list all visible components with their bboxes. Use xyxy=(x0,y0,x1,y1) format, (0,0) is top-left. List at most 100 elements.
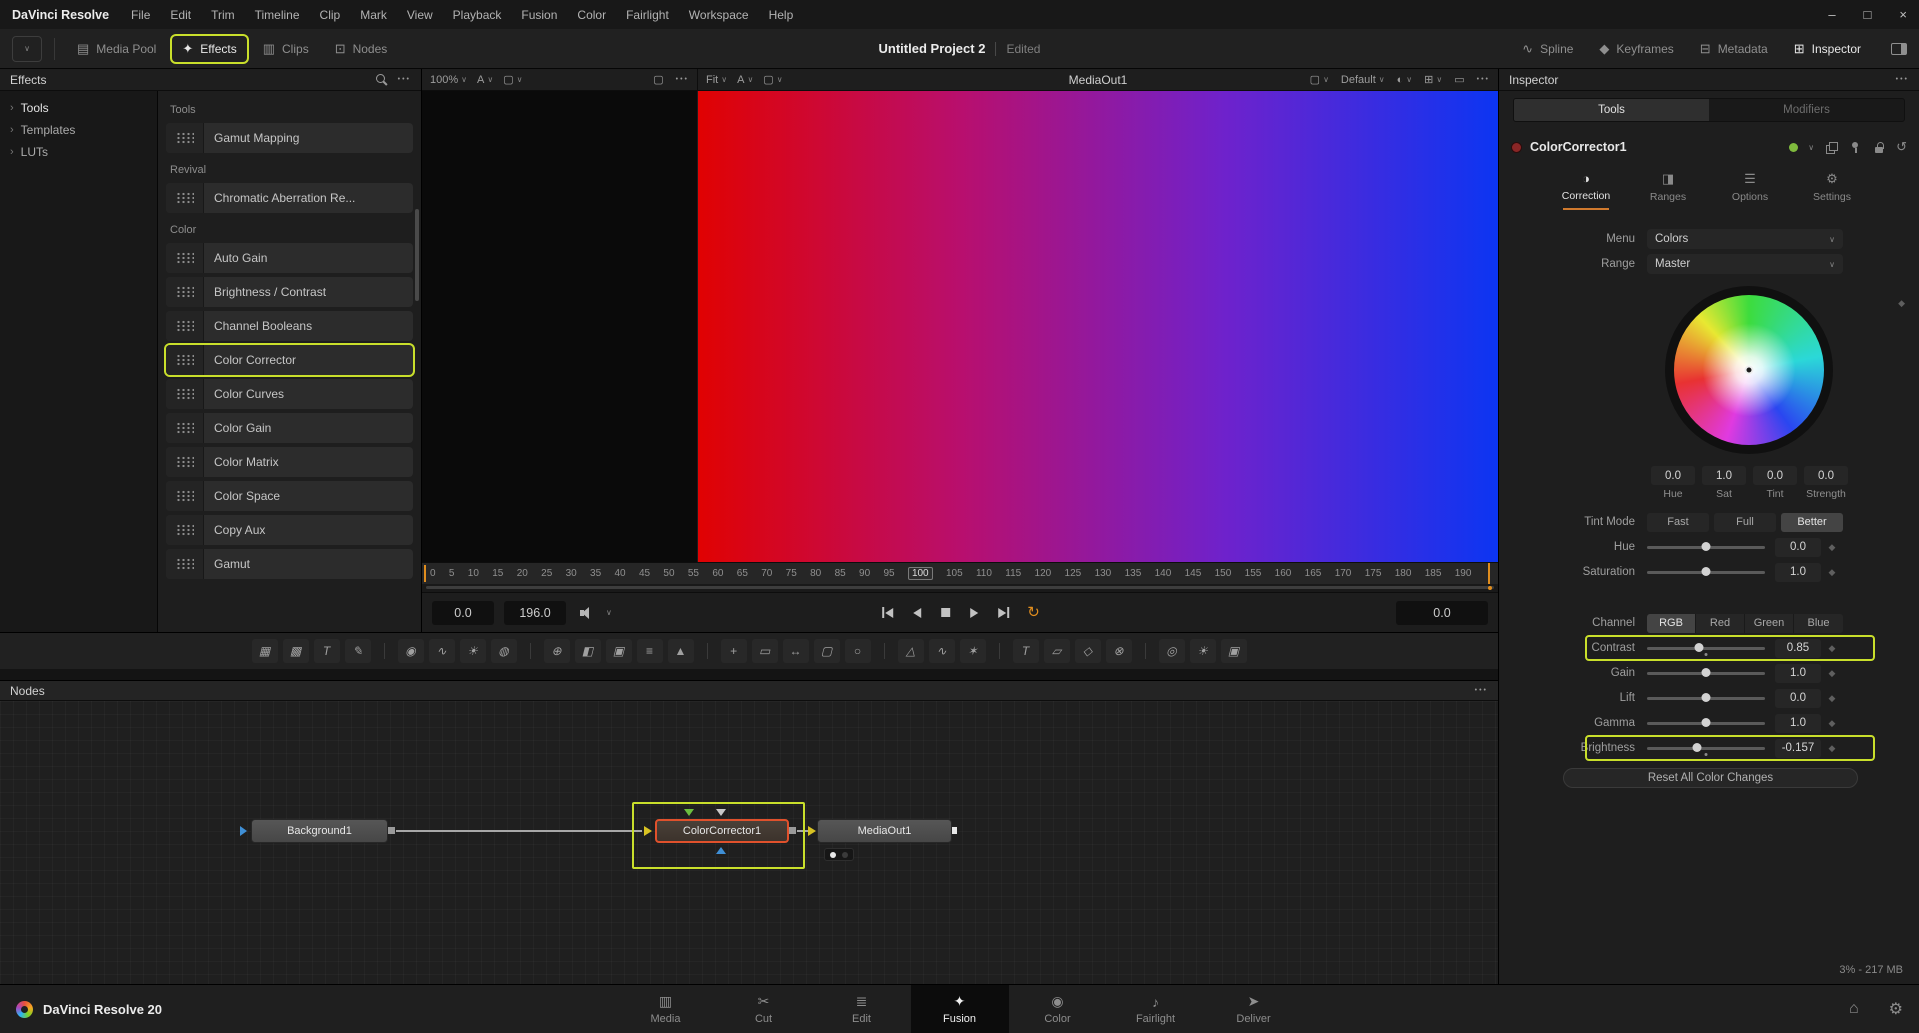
effects-item-color-space[interactable]: Color Space xyxy=(166,481,413,511)
hue-color-wheel[interactable] xyxy=(1665,286,1833,454)
ui-layout-toggle-button[interactable]: ∨ xyxy=(12,36,42,62)
panel-layout-icon[interactable] xyxy=(1891,43,1907,55)
node-mediaout1[interactable]: MediaOut1 xyxy=(817,819,952,843)
duration-field[interactable]: 196.0 xyxy=(504,601,566,625)
channel-dropdown[interactable]: A∨ xyxy=(477,74,493,86)
chevron-down-icon[interactable]: ∨ xyxy=(606,608,612,617)
ellipse-mask-tool-icon[interactable]: ○ xyxy=(845,639,871,663)
effects-section-revival[interactable]: Revival xyxy=(166,161,413,179)
menu-item[interactable]: Edit xyxy=(170,8,191,22)
parameter-slider[interactable] xyxy=(1647,562,1765,582)
crop-tool-icon[interactable]: ▭ xyxy=(752,639,778,663)
matte-control-tool-icon[interactable]: ▣ xyxy=(606,639,632,663)
shape-3d-tool-icon[interactable]: ◇ xyxy=(1075,639,1101,663)
single-viewer-icon[interactable]: ▢ xyxy=(653,73,663,86)
page-fusion[interactable]: ✦ Fusion xyxy=(911,985,1009,1033)
3d-view-dropdown[interactable]: ◐∨ xyxy=(1397,74,1413,86)
pin-icon[interactable] xyxy=(1848,140,1862,154)
page-edit[interactable]: ≣ Edit xyxy=(813,985,911,1033)
slider-thumb[interactable] xyxy=(1692,743,1701,752)
keyframe-icon[interactable]: ◆ xyxy=(1821,743,1843,754)
node-graph[interactable]: Background1 ColorCorrector1 MediaOut1 xyxy=(0,701,1498,984)
slider-thumb[interactable] xyxy=(1702,693,1711,702)
search-icon[interactable] xyxy=(375,73,388,86)
tab-settings[interactable]: ⚙ Settings xyxy=(1803,171,1861,203)
playhead[interactable] xyxy=(1488,563,1490,584)
text-plus-tool-icon[interactable]: T xyxy=(314,639,340,663)
tab-options[interactable]: ☰ Options xyxy=(1721,171,1779,203)
versions-icon[interactable] xyxy=(1824,140,1838,154)
page-media[interactable]: ▥ Media xyxy=(617,985,715,1033)
menu-item[interactable]: Mark xyxy=(360,8,387,22)
menu-item[interactable]: Workspace xyxy=(689,8,749,22)
menu-item[interactable]: Playback xyxy=(453,8,502,22)
output-port[interactable] xyxy=(789,827,796,834)
slider-thumb[interactable] xyxy=(1702,668,1711,677)
paint-tool-icon[interactable]: ✎ xyxy=(345,639,371,663)
bspline-mask-tool-icon[interactable]: ∿ xyxy=(929,639,955,663)
timeline-zoom-bar[interactable] xyxy=(422,584,1498,592)
panel-options-icon[interactable]: ••• xyxy=(1475,687,1488,694)
timeline-ruler[interactable]: 0510152025303540455055606570758085909510… xyxy=(422,562,1498,584)
effects-item-color-matrix[interactable]: Color Matrix xyxy=(166,447,413,477)
color-wheel-cursor[interactable] xyxy=(1745,366,1754,375)
panel-options-icon[interactable]: ••• xyxy=(1896,76,1909,83)
lock-icon[interactable] xyxy=(1872,140,1886,154)
zoom-dropdown[interactable]: Fit∨ xyxy=(706,74,727,86)
menu-item[interactable]: Color xyxy=(577,8,606,22)
viewer-options-icon[interactable]: ••• xyxy=(676,76,689,83)
input-arrow-icon[interactable] xyxy=(240,826,247,836)
fusion-tool-icon[interactable] xyxy=(530,643,531,659)
keyframe-icon[interactable]: ◆ xyxy=(1821,693,1843,704)
viewer-indicator-dots[interactable] xyxy=(824,848,854,861)
loop-button[interactable]: ↻ xyxy=(1021,601,1046,625)
home-icon[interactable]: ⌂ xyxy=(1849,1000,1859,1018)
chevron-down-icon[interactable]: ∨ xyxy=(1808,143,1814,152)
tint-mode-better[interactable]: Better xyxy=(1781,513,1843,532)
tint-mode-fast[interactable]: Fast xyxy=(1647,513,1709,532)
menu-item[interactable]: Clip xyxy=(320,8,341,22)
brightness-contrast-tool-icon[interactable]: ☀ xyxy=(460,639,486,663)
effects-item-channel-booleans[interactable]: Channel Booleans xyxy=(166,311,413,341)
effects-item-auto-gain[interactable]: Auto Gain xyxy=(166,243,413,273)
render-time-field[interactable]: 0.0 xyxy=(1396,601,1488,625)
menu-item[interactable]: Timeline xyxy=(255,8,300,22)
mask-input-marker[interactable] xyxy=(716,809,726,816)
effects-button[interactable]: ✦ Effects xyxy=(172,36,246,62)
keyframe-icon[interactable]: ◆ xyxy=(1821,718,1843,729)
camera-3d-tool-icon[interactable]: ◎ xyxy=(1159,639,1185,663)
viewer-options-icon[interactable]: ••• xyxy=(1477,76,1490,83)
settings-gear-icon[interactable]: ⚙ xyxy=(1889,999,1903,1019)
wand-mask-tool-icon[interactable]: ✶ xyxy=(960,639,986,663)
page-fairlight[interactable]: ♪ Fairlight xyxy=(1107,985,1205,1033)
effects-item-gamut-mapping[interactable]: Gamut Mapping xyxy=(166,123,413,153)
letterbox-icon[interactable]: ▭ xyxy=(1454,73,1464,86)
menu-item[interactable]: View xyxy=(407,8,433,22)
merge-3d-tool-icon[interactable]: ⊗ xyxy=(1106,639,1132,663)
image-plane-3d-tool-icon[interactable]: ▱ xyxy=(1044,639,1070,663)
channel-booleans-tool-icon[interactable]: ≡ xyxy=(637,639,663,663)
keyframe-icon[interactable]: ◆ xyxy=(1898,298,1905,309)
close-button[interactable]: × xyxy=(1899,7,1907,22)
node-background1[interactable]: Background1 xyxy=(251,819,388,843)
fusion-tool-icon[interactable] xyxy=(999,643,1000,659)
fusion-tool-icon[interactable] xyxy=(884,643,885,659)
parameter-value-field[interactable]: -0.157 xyxy=(1775,739,1821,758)
slider-thumb[interactable] xyxy=(1702,542,1711,551)
keyframe-icon[interactable]: ◆ xyxy=(1821,542,1843,553)
slider-thumb[interactable] xyxy=(1694,643,1703,652)
right-viewer[interactable] xyxy=(698,91,1498,562)
parameter-value-field[interactable]: 0.0 xyxy=(1775,689,1821,708)
spline-button[interactable]: ∿ Spline xyxy=(1512,36,1583,62)
keyframe-icon[interactable]: ◆ xyxy=(1821,668,1843,679)
output-port[interactable] xyxy=(388,827,395,834)
wheel-value-field[interactable]: 0.0 xyxy=(1804,466,1848,485)
effects-item-copy-aux[interactable]: Copy Aux xyxy=(166,515,413,545)
fusion-tool-icon[interactable] xyxy=(1145,643,1146,659)
tint-mode-full[interactable]: Full xyxy=(1714,513,1776,532)
polygon-mask-tool-icon[interactable]: △ xyxy=(898,639,924,663)
page-cut[interactable]: ✂ Cut xyxy=(715,985,813,1033)
tree-item-templates[interactable]: › Templates xyxy=(0,119,157,141)
page-color[interactable]: ◉ Color xyxy=(1009,985,1107,1033)
range-dropdown[interactable]: Master ∨ xyxy=(1647,254,1843,274)
